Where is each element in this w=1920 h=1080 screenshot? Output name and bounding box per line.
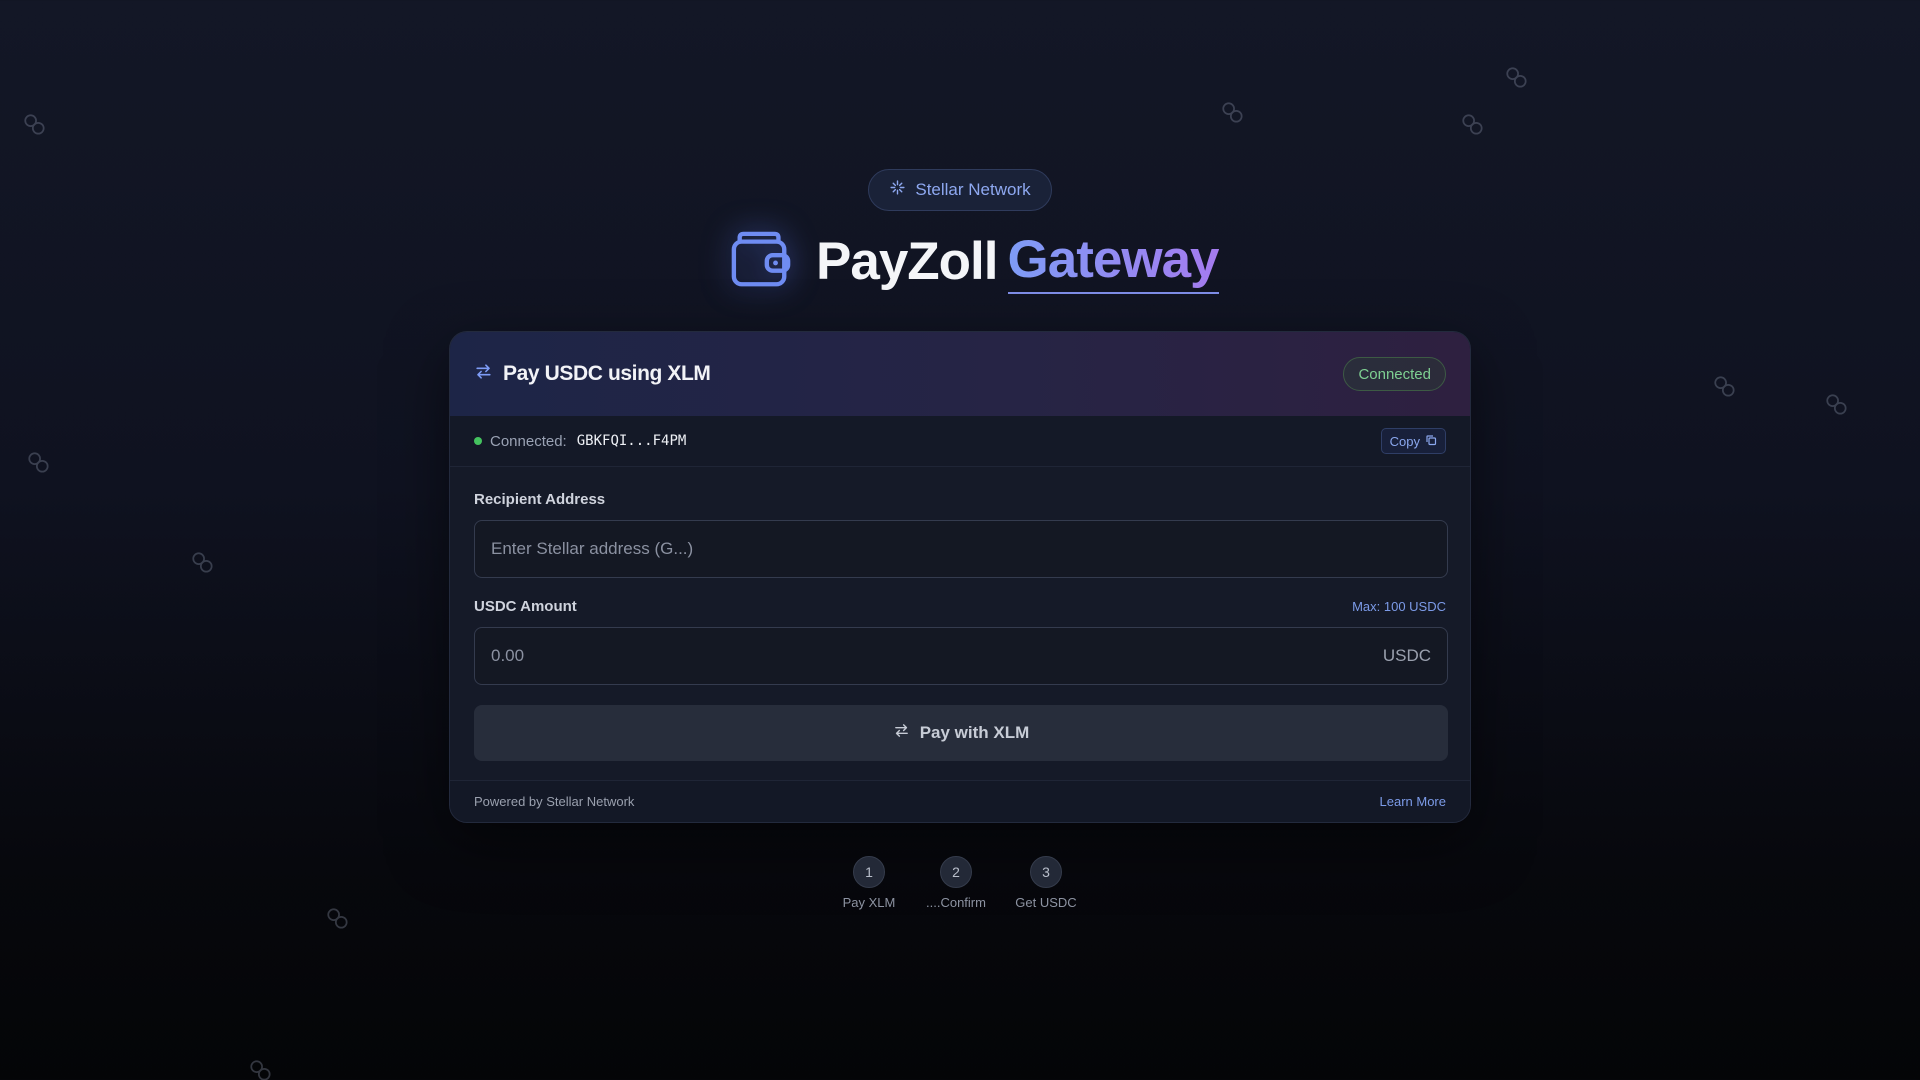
amount-label: USDC Amount bbox=[474, 598, 577, 615]
card-footer: Powered by Stellar Network Learn More bbox=[450, 780, 1470, 822]
copy-address-button[interactable]: Copy bbox=[1380, 428, 1446, 454]
recipient-label: Recipient Address bbox=[474, 491, 606, 508]
pay-with-xlm-button[interactable]: Pay with XLM bbox=[474, 705, 1448, 761]
coins-icon bbox=[1220, 100, 1246, 126]
amount-placeholder: 0.00 bbox=[491, 646, 525, 665]
payment-form: Recipient Address Enter Stellar address … bbox=[450, 467, 1470, 761]
connection-info: Connected: GBKFQI...F4PM bbox=[474, 433, 686, 450]
sparkles-icon bbox=[889, 179, 906, 201]
swap-arrows-icon bbox=[893, 722, 910, 744]
recipient-placeholder: Enter Stellar address (G...) bbox=[491, 539, 694, 558]
step-number: 2 bbox=[940, 856, 972, 888]
connection-row: Connected: GBKFQI...F4PM Copy bbox=[450, 416, 1470, 467]
brand-title: PayZoll bbox=[816, 231, 999, 291]
swap-arrows-icon bbox=[474, 362, 493, 387]
powered-by-text: Powered by Stellar Network bbox=[474, 794, 635, 809]
coins-icon bbox=[22, 112, 48, 138]
step-number: 3 bbox=[1030, 856, 1062, 888]
amount-max-hint: Max: 100 USDC bbox=[1352, 599, 1446, 614]
card-title: Pay USDC using XLM bbox=[474, 362, 711, 387]
learn-more-link[interactable]: Learn More bbox=[1380, 794, 1446, 809]
coins-icon bbox=[1824, 392, 1850, 418]
recipient-label-row: Recipient Address bbox=[474, 491, 1446, 508]
card-title-text: Pay USDC using XLM bbox=[503, 362, 711, 385]
brand-accent: Gateway bbox=[1007, 229, 1220, 294]
copy-icon bbox=[1425, 434, 1437, 449]
coins-icon bbox=[248, 1058, 274, 1080]
progress-steps: 1 Pay XLM 2 ....Confirm 3 Get USDC bbox=[0, 856, 1920, 916]
step-item: 3 Get USDC bbox=[991, 856, 1101, 910]
wallet-icon bbox=[730, 230, 792, 292]
usdc-amount-input[interactable]: 0.00 USDC bbox=[474, 627, 1448, 685]
status-badge: Connected bbox=[1343, 357, 1446, 391]
brand-header: PayZoll Gateway bbox=[730, 226, 1220, 296]
coins-icon bbox=[26, 450, 52, 476]
coins-icon bbox=[1504, 65, 1530, 91]
copy-label: Copy bbox=[1389, 433, 1420, 449]
card-header: Pay USDC using XLM Connected bbox=[450, 332, 1470, 416]
network-badge-label: Stellar Network bbox=[915, 180, 1031, 199]
connection-status-dot bbox=[474, 437, 482, 445]
amount-label-row: USDC Amount Max: 100 USDC bbox=[474, 598, 1446, 615]
recipient-address-input[interactable]: Enter Stellar address (G...) bbox=[474, 520, 1448, 578]
step-number: 1 bbox=[853, 856, 885, 888]
step-label: Get USDC bbox=[1015, 895, 1077, 910]
connection-label: Connected: bbox=[490, 432, 567, 450]
coins-icon bbox=[1712, 374, 1738, 400]
network-badge: Stellar Network bbox=[868, 169, 1052, 211]
payment-card: Pay USDC using XLM Connected Connected: … bbox=[449, 331, 1471, 823]
wallet-address: GBKFQI...F4PM bbox=[576, 433, 687, 449]
pay-button-label: Pay with XLM bbox=[919, 723, 1030, 742]
coins-icon bbox=[1460, 112, 1486, 138]
amount-currency-suffix: USDC bbox=[1382, 646, 1431, 665]
coins-icon bbox=[190, 550, 216, 576]
